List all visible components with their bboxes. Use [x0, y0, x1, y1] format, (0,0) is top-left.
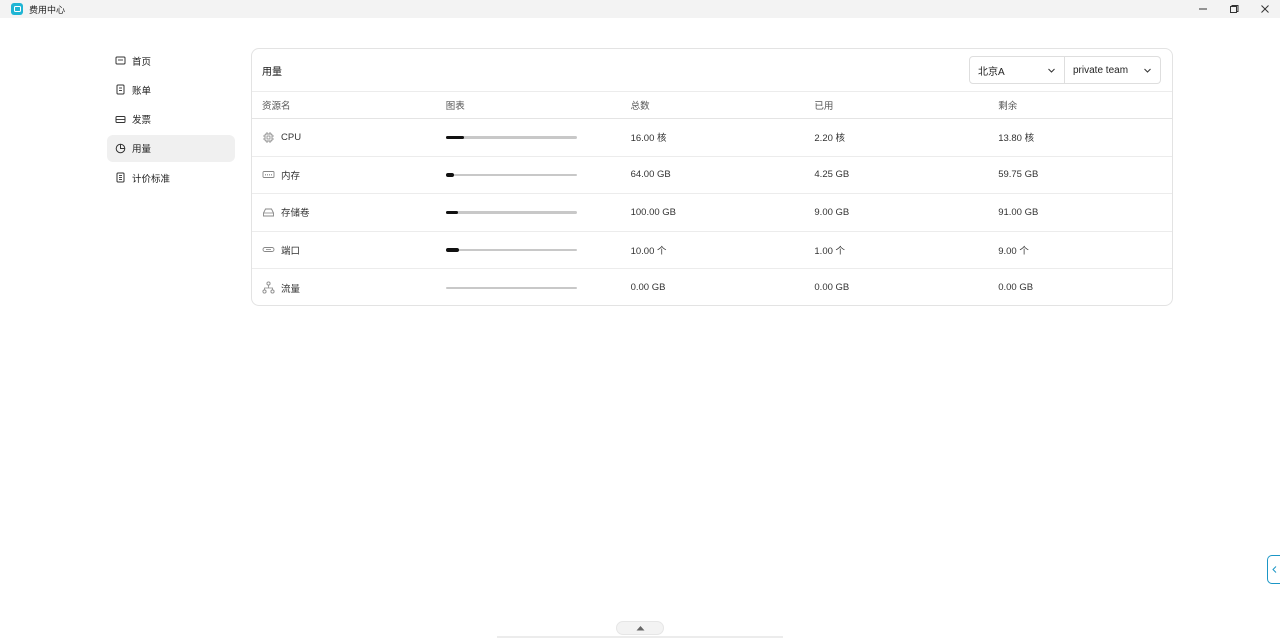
table-row: 流量 0.00 GB 0.00 GB 0.00 GB [252, 269, 1172, 305]
usage-bar-fill [445, 135, 464, 139]
resource-name: CPU [281, 131, 302, 143]
sidebar-item-label: 计价标准 [132, 173, 171, 185]
panel-title: 用量 [262, 66, 282, 78]
usage-bar [445, 286, 577, 289]
used-value: 0.00 GB [814, 282, 850, 294]
table-row: 内存 64.00 GB 4.25 GB 59.75 GB [252, 157, 1172, 194]
window-controls [1187, 0, 1280, 18]
table-row: 端口 10.00 个 1.00 个 9.00 个 [252, 232, 1172, 269]
sidebar-item-label: 发票 [132, 115, 152, 127]
app-logo-icon [11, 3, 23, 15]
used-value: 9.00 GB [814, 206, 850, 218]
dock-expand-button[interactable] [616, 621, 664, 635]
table-header: 资源名 图表 总数 已用 剩余 [252, 92, 1172, 119]
minimize-icon[interactable] [1187, 0, 1218, 18]
chevron-down-icon [1144, 68, 1151, 73]
total-value: 10.00 个 [630, 245, 667, 257]
usage-bar [445, 173, 577, 177]
sidebar-item-invoice[interactable]: 发票 [107, 106, 235, 133]
chevron-left-icon [1271, 566, 1276, 573]
remaining-value: 9.00 个 [998, 245, 1029, 257]
filter-selects: 北京A private team [969, 56, 1161, 84]
total-value: 0.00 GB [630, 282, 666, 294]
panel-header: 用量 北京A private team [252, 49, 1172, 92]
region-select-value: 北京A [978, 66, 1005, 78]
team-select-value: private team [1073, 64, 1129, 76]
usage-bar-fill [445, 248, 459, 252]
sidebar-item-label: 账单 [132, 85, 152, 97]
remaining-value: 0.00 GB [998, 282, 1034, 294]
remaining-value: 91.00 GB [998, 206, 1039, 218]
chevron-down-icon [1048, 68, 1055, 73]
team-select[interactable]: private team [1065, 56, 1161, 84]
pricing-icon [116, 172, 125, 183]
resource-name: 流量 [281, 283, 301, 295]
table-row: 存储卷 100.00 GB 9.00 GB 91.00 GB [252, 194, 1172, 232]
region-select[interactable]: 北京A [969, 56, 1065, 84]
column-header-used: 已用 [814, 101, 834, 112]
sidebar-item-pricing[interactable]: 计价标准 [107, 164, 235, 191]
total-value: 16.00 核 [630, 133, 667, 145]
caret-up-icon [636, 626, 644, 631]
column-header-chart: 图表 [445, 101, 465, 112]
column-header-name: 资源名 [262, 101, 291, 112]
usage-bar-fill [445, 173, 455, 177]
bill-icon [116, 84, 125, 95]
remaining-value: 59.75 GB [998, 169, 1039, 181]
usage-bar [445, 210, 577, 214]
memory-icon [262, 168, 275, 181]
resource-name: 内存 [281, 170, 301, 182]
resource-name: 端口 [281, 245, 301, 257]
table-row: CPU 16.00 核 2.20 核 13.80 核 [252, 119, 1172, 157]
sidebar-item-home[interactable]: 首页 [107, 47, 235, 74]
usage-table-body: CPU 16.00 核 2.20 核 13.80 核 内存 64.00 GB 4… [252, 119, 1172, 305]
traffic-icon [262, 281, 275, 294]
close-icon[interactable] [1249, 0, 1280, 18]
storage-icon [262, 206, 275, 219]
sidebar-item-bill[interactable]: 账单 [107, 76, 235, 103]
cpu-icon [262, 131, 275, 144]
usage-panel: 用量 北京A private team 资源名 图表 总数 已用 剩余 CPU [251, 48, 1173, 306]
total-value: 64.00 GB [630, 169, 671, 181]
usage-bar [445, 248, 577, 252]
used-value: 1.00 个 [814, 245, 846, 257]
title-bar: 费用中心 [0, 0, 1280, 18]
restore-icon[interactable] [1218, 0, 1249, 18]
used-value: 2.20 核 [814, 133, 846, 145]
total-value: 100.00 GB [630, 206, 677, 218]
column-header-remaining: 剩余 [998, 101, 1018, 112]
usage-pie-icon [115, 143, 126, 154]
column-header-total: 总数 [630, 101, 650, 112]
side-panel-toggle[interactable] [1267, 555, 1280, 584]
window-title: 费用中心 [29, 4, 66, 15]
remaining-value: 13.80 核 [998, 133, 1035, 145]
sidebar-item-usage[interactable]: 用量 [107, 134, 235, 162]
resource-name: 存储卷 [281, 208, 310, 220]
used-value: 4.25 GB [814, 169, 850, 181]
sidebar-item-label: 首页 [132, 56, 152, 68]
sidebar-item-label: 用量 [132, 144, 152, 156]
usage-bar [445, 135, 577, 139]
port-icon [262, 243, 275, 256]
invoice-icon [115, 115, 126, 123]
usage-bar-fill [445, 210, 458, 214]
home-icon [115, 56, 126, 65]
sidebar-nav: 首页 账单 发票 用量 计价标准 [107, 47, 235, 193]
